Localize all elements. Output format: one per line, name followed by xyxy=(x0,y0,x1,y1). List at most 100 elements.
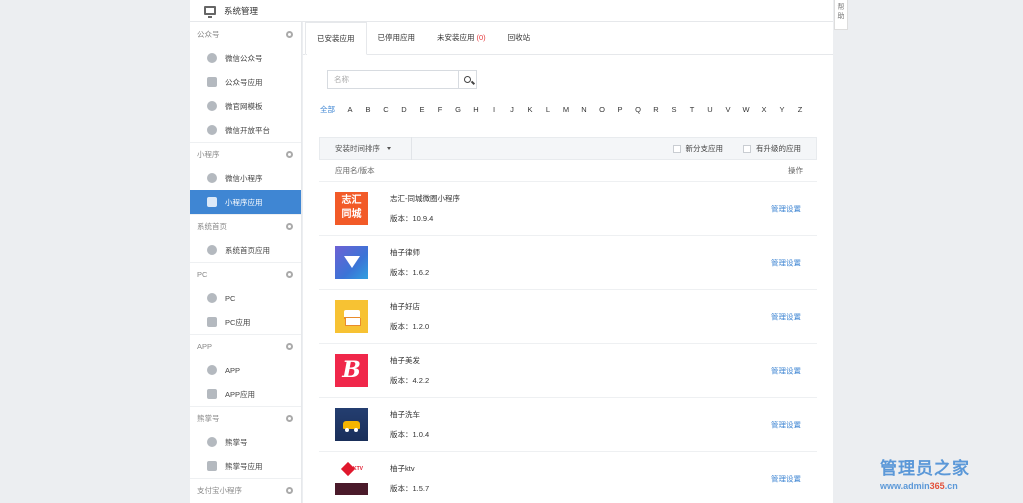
sidebar-item[interactable]: 熊掌号 xyxy=(190,430,301,454)
upgrade-checkbox[interactable]: 有升级的应用 xyxy=(743,143,801,154)
sidebar-item[interactable]: APP xyxy=(190,358,301,382)
pc-icon xyxy=(207,293,217,303)
app-version: 版本：10.9.4 xyxy=(390,214,434,223)
sidebar-item[interactable]: 微信公众号 xyxy=(190,46,301,70)
alpha-letter[interactable]: W xyxy=(737,105,755,114)
search-input[interactable] xyxy=(328,71,458,88)
tab-label: 回收站 xyxy=(507,33,531,42)
sidebar-group-header: 公众号 xyxy=(190,22,301,46)
alpha-letter[interactable]: P xyxy=(611,105,629,114)
alpha-letter[interactable]: G xyxy=(449,105,467,114)
manage-settings-link[interactable]: 管理设置 xyxy=(771,257,801,268)
gear-icon[interactable] xyxy=(286,343,293,350)
sidebar-group-label: 系统首页 xyxy=(197,222,227,231)
sidebar-item[interactable]: 熊掌号应用 xyxy=(190,454,301,478)
alpha-letter[interactable]: C xyxy=(377,105,395,114)
sidebar-item[interactable]: APP应用 xyxy=(190,382,301,406)
tab-badge: (0) xyxy=(476,33,486,42)
sidebar-item[interactable]: 小程序应用 xyxy=(190,190,301,214)
manage-settings-link[interactable]: 管理设置 xyxy=(771,203,801,214)
alpha-letter[interactable]: O xyxy=(593,105,611,114)
alpha-letter[interactable]: R xyxy=(647,105,665,114)
app-info: 柚子好店 版本：1.2.0 xyxy=(390,301,817,332)
alpha-letter[interactable]: Z xyxy=(791,105,809,114)
sidebar-group-label: APP xyxy=(197,342,213,351)
gear-icon[interactable] xyxy=(286,151,293,158)
sidebar-item[interactable]: 微信开放平台 xyxy=(190,118,301,142)
sidebar-item[interactable]: 微官网模板 xyxy=(190,94,301,118)
watermark-title: 管理员之家 xyxy=(880,459,970,478)
sidebar-item[interactable]: 公众号应用 xyxy=(190,70,301,94)
sidebar-item[interactable]: 微信小程序 xyxy=(190,166,301,190)
alpha-letter[interactable]: F xyxy=(431,105,449,114)
app-icon xyxy=(207,389,217,399)
sidebar-group-label: PC xyxy=(197,270,208,279)
sidebar-group-label: 小程序 xyxy=(197,150,220,159)
gear-icon[interactable] xyxy=(286,223,293,230)
gear-icon[interactable] xyxy=(286,271,293,278)
alpha-letter[interactable]: D xyxy=(395,105,413,114)
alpha-letter[interactable]: M xyxy=(557,105,575,114)
alpha-letter[interactable]: S xyxy=(665,105,683,114)
tab-item[interactable]: 已安装应用 xyxy=(305,22,367,55)
sidebar: 公众号微信公众号 公众号应用微官网模板微信开放平台小程序微信小程序小程序应用系统首… xyxy=(190,22,302,503)
app-version: 版本：1.2.0 xyxy=(390,322,430,331)
sidebar-group-label: 公众号 xyxy=(197,29,220,39)
gear-icon[interactable] xyxy=(286,30,293,38)
sidebar-item-label: 微官网模板 xyxy=(225,101,263,111)
sort-select[interactable]: 安装时间排序 xyxy=(335,137,412,160)
alpha-letter[interactable]: A xyxy=(341,105,359,114)
table-row: 志汇 同城 志汇-同城微圈小程序 版本：10.9.4 管理设置 xyxy=(319,182,817,236)
home-app-icon xyxy=(207,245,217,255)
wheel-dot xyxy=(354,428,358,432)
manage-settings-link[interactable]: 管理设置 xyxy=(771,473,801,484)
manage-settings-link[interactable]: 管理设置 xyxy=(771,365,801,376)
search-button[interactable] xyxy=(458,71,476,88)
manage-settings-link[interactable]: 管理设置 xyxy=(771,419,801,430)
alpha-letter[interactable]: V xyxy=(719,105,737,114)
alpha-letter[interactable]: T xyxy=(683,105,701,114)
alpha-letter[interactable]: E xyxy=(413,105,431,114)
tab-item[interactable]: 未安装应用 (0) xyxy=(426,21,497,54)
open-platform-icon xyxy=(207,125,217,135)
app-tabs: 已安装应用 已停用应用 未安装应用 (0) 回收站 xyxy=(303,22,833,55)
alpha-letter[interactable]: Q xyxy=(629,105,647,114)
app-logo xyxy=(335,246,368,279)
alpha-letter[interactable]: Y xyxy=(773,105,791,114)
sidebar-item-label: PC应用 xyxy=(225,317,251,327)
sidebar-item-label: 熊掌号应用 xyxy=(225,461,263,471)
alpha-letter[interactable]: J xyxy=(503,105,521,114)
alpha-letter[interactable]: X xyxy=(755,105,773,114)
alpha-letter[interactable]: H xyxy=(467,105,485,114)
app-version: 版本：1.5.7 xyxy=(390,484,430,493)
tab-item[interactable]: 已停用应用 xyxy=(367,21,427,54)
alpha-letter[interactable]: K xyxy=(521,105,539,114)
app-name: 柚子美发 xyxy=(390,356,420,365)
branch-checkbox[interactable]: 新分支应用 xyxy=(672,143,723,154)
sidebar-item-label: 小程序应用 xyxy=(225,197,263,207)
gear-icon[interactable] xyxy=(286,415,293,422)
app-logo-text: 志汇 xyxy=(341,195,362,206)
app-info: 柚子ktv 版本：1.5.7 xyxy=(390,463,817,494)
alpha-letter[interactable]: I xyxy=(485,105,503,114)
sidebar-item[interactable]: PC应用 xyxy=(190,310,301,334)
checkbox-icon xyxy=(743,144,751,153)
sidebar-item[interactable]: PC xyxy=(190,286,301,310)
alpha-letter[interactable]: N xyxy=(575,105,593,114)
alpha-letter[interactable]: B xyxy=(359,105,377,114)
sidebar-item[interactable]: 系统首页应用 xyxy=(190,238,301,262)
filter-bar: 安装时间排序 新分支应用 有升级的应用 xyxy=(319,137,817,160)
template-icon xyxy=(207,101,217,111)
help-tab[interactable]: 帮 助 xyxy=(834,0,848,30)
gear-icon[interactable] xyxy=(286,487,293,494)
sidebar-item-label: APP应用 xyxy=(225,389,256,399)
app-logo-text: 同城 xyxy=(341,209,362,220)
tab-label: 已安装应用 xyxy=(317,34,355,43)
app-version: 版本：4.2.2 xyxy=(390,376,430,385)
tab-item[interactable]: 回收站 xyxy=(497,21,542,54)
manage-settings-link[interactable]: 管理设置 xyxy=(771,311,801,322)
app-logo xyxy=(335,408,368,441)
alpha-letter[interactable]: U xyxy=(701,105,719,114)
alpha-letter[interactable]: L xyxy=(539,105,557,114)
alpha-all[interactable]: 全部 xyxy=(320,104,335,115)
